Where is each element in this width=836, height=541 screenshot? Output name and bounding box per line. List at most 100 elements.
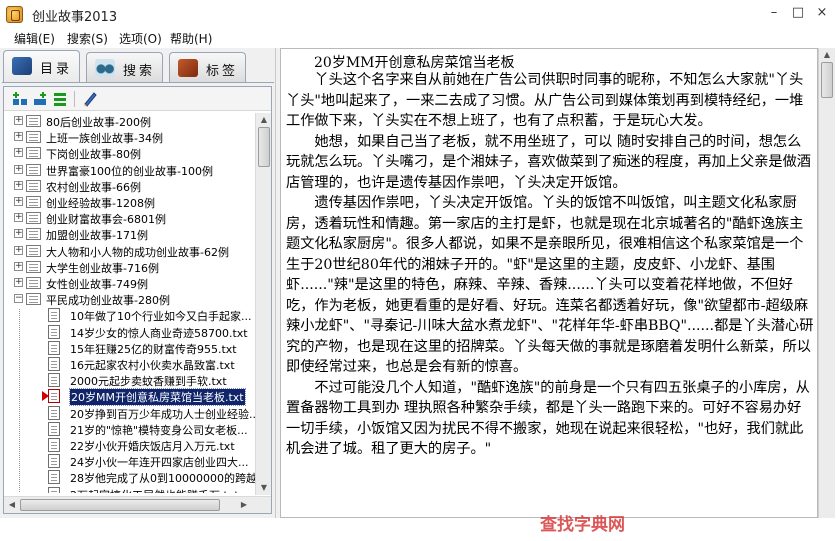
tree-scroll-thumb[interactable] (258, 127, 270, 167)
add-category-icon[interactable] (12, 91, 28, 107)
document-icon (48, 324, 60, 339)
reader-scroll-thumb[interactable] (821, 62, 833, 98)
story-tree: +80后创业故事-200例 + 上班一族创业故事-34例 + 下岗创业故事-80例 + 世界… (4, 113, 255, 493)
story-paragraph: 丫头这个名字来自从前她在广告公司供职时同事的昵称，不知怎么大家就"丫头丫头"地叫… (286, 72, 804, 129)
list-icon[interactable] (52, 91, 68, 107)
tree-category[interactable]: + 农村创业故事-66例 (4, 178, 255, 194)
document-icon (48, 373, 60, 388)
bottom-strip (0, 518, 836, 541)
tree-story-item[interactable]: 24岁小伙一年连开四家店创业四大... (4, 453, 255, 469)
left-panel: 目录 搜索 标签 +80后创业故事-200例 + 上班一族创业故事-34例 + … (0, 48, 276, 518)
binoculars-icon (95, 59, 115, 77)
folder-icon (26, 277, 41, 289)
tree-frame: +80后创业故事-200例 + 上班一族创业故事-34例 + 下岗创业故事-80例 + 世界… (3, 86, 272, 514)
tree-story-item[interactable]: 10年做了10个行业如今又白手起家... (4, 307, 255, 323)
tree-story-item[interactable]: 20岁MM开创意私房菜馆当老板.txt (4, 388, 255, 407)
folder-icon (26, 131, 41, 144)
window-title: 创业故事2013 (32, 10, 118, 25)
tree-category[interactable]: + 创业财富故事会-6801例 (4, 210, 255, 226)
tree-category[interactable]: + 女性创业故事-749例 (4, 275, 255, 291)
scroll-up-icon[interactable]: ▲ (258, 114, 270, 126)
scroll-left-icon[interactable]: ◀ (6, 499, 18, 511)
story-title: 20岁MM开创意私房菜馆当老板 (314, 55, 515, 71)
tree-story-item[interactable]: 2000元起步卖蚊香赚到手软.txt (4, 372, 255, 388)
menu-options[interactable]: 选项(O) (119, 30, 162, 47)
expand-icon[interactable]: + (14, 197, 23, 206)
document-icon (48, 340, 60, 355)
menu-edit[interactable]: 编辑(E) (14, 30, 55, 47)
tree-story-item[interactable]: 2万起家搞化工居然也能赚千万.txt (4, 486, 255, 493)
folder-icon (26, 115, 41, 127)
tree-category[interactable]: + 大学生创业故事-716例 (4, 259, 255, 275)
close-button[interactable]: × (812, 4, 832, 22)
tree-story-item[interactable]: 22岁小伙开婚庆饭店月入万元.txt (4, 437, 255, 453)
folder-icon (26, 179, 41, 192)
tree-hscroll-thumb[interactable] (20, 499, 220, 511)
menu-search[interactable]: 搜索(S) (67, 30, 108, 47)
tree-connector-line (19, 309, 20, 493)
bookmark-icon (178, 59, 198, 77)
story-reader: 20岁MM开创意私房菜馆当老板 丫头这个名字来自从前她在广告公司供职时同事的昵称… (280, 48, 818, 518)
expand-icon[interactable]: + (14, 278, 23, 287)
tab-search[interactable]: 搜索 (86, 52, 163, 82)
tree-category[interactable]: + 加盟创业故事-171例 (4, 226, 255, 242)
tree-toolbar (4, 87, 271, 111)
expand-icon[interactable]: + (14, 164, 23, 174)
collapse-icon[interactable]: − (14, 294, 23, 304)
document-icon (48, 308, 60, 323)
document-icon (48, 486, 60, 493)
reader-scroll-up-icon[interactable]: ▲ (821, 49, 833, 61)
expand-icon[interactable]: + (14, 116, 23, 125)
edit-pen-icon[interactable] (82, 91, 98, 107)
document-icon (48, 470, 60, 485)
tree-story-item[interactable]: 21岁的"惊艳"模特变身公司女老板... (4, 421, 255, 437)
tree-vertical-scrollbar[interactable]: ▲ ▼ (255, 113, 271, 495)
tree-category[interactable]: − 平民成功创业故事-280例 (4, 291, 255, 307)
tree-horizontal-scrollbar[interactable]: ◀ ▶ (4, 496, 271, 513)
expand-icon[interactable]: + (14, 132, 23, 142)
tree-story-item[interactable]: 28岁他完成了从0到10000000的跨越... (4, 469, 255, 485)
tree-story-item[interactable]: 15年狂赚25亿的财富传奇955.txt (4, 340, 255, 356)
expand-icon[interactable]: + (14, 261, 23, 271)
folder-icon (26, 260, 41, 273)
scroll-right-icon[interactable]: ▶ (238, 499, 250, 511)
maximize-button[interactable]: □ (788, 4, 808, 22)
tab-bookmarks[interactable]: 标签 (169, 52, 246, 82)
tree-story-item[interactable]: 14岁少女的惊人商业奇迹58700.txt (4, 324, 255, 340)
expand-icon[interactable]: + (14, 245, 23, 255)
tree-story-item[interactable]: 16元起家农村小伙卖水晶致富.txt (4, 356, 255, 372)
story-paragraph: 她想，如果自己当了老板，就不用坐班了，可以 随时安排自己的时间，想怎么玩就怎么玩… (286, 133, 811, 191)
tree-category[interactable]: + 上班一族创业故事-34例 (4, 129, 255, 145)
story-paragraph: 遗传基因作祟吧，丫头决定开饭馆。丫头的饭馆不叫饭馆，叫主题文化私家厨房，透着玩性… (286, 195, 814, 375)
document-icon (48, 389, 60, 404)
folder-icon (26, 196, 41, 208)
tree-category[interactable]: + 大人物和小人物的成功创业故事-62例 (4, 243, 255, 259)
tree-category[interactable]: + 创业经验故事-1208例 (4, 194, 255, 210)
tree-category[interactable]: + 世界富豪100位的创业故事-100例 (4, 162, 255, 178)
reader-vertical-scrollbar[interactable]: ▲ (818, 48, 835, 518)
document-icon (48, 438, 60, 452)
document-icon (48, 357, 60, 371)
folder-icon (26, 293, 41, 306)
menu-help[interactable]: 帮助(H) (170, 30, 212, 47)
minimize-button[interactable]: – (764, 4, 784, 22)
watermark: 查找字典网 (540, 515, 625, 535)
folder-icon (26, 163, 41, 176)
expand-icon[interactable]: + (14, 229, 23, 239)
tree-category[interactable]: + 下岗创业故事-80例 (4, 145, 255, 161)
expand-icon[interactable]: + (14, 148, 23, 158)
add-item-icon[interactable] (32, 91, 48, 107)
folder-icon (26, 147, 41, 160)
folder-icon (26, 212, 41, 225)
title-bar: 创业故事2013 – □ × (0, 0, 836, 28)
scroll-down-icon[interactable]: ▼ (258, 482, 270, 494)
menu-bar: 编辑(E) 搜索(S) 选项(O) 帮助(H) (0, 28, 836, 48)
document-icon (48, 405, 60, 420)
document-icon (48, 454, 60, 469)
tree-story-item[interactable]: 20岁挣到百万少年成功人士创业经验... (4, 405, 255, 421)
expand-icon[interactable]: + (14, 213, 23, 223)
document-icon (48, 421, 60, 436)
expand-icon[interactable]: + (14, 180, 23, 190)
tab-contents[interactable]: 目录 (3, 50, 80, 82)
tree-category[interactable]: +80后创业故事-200例 (4, 113, 255, 129)
